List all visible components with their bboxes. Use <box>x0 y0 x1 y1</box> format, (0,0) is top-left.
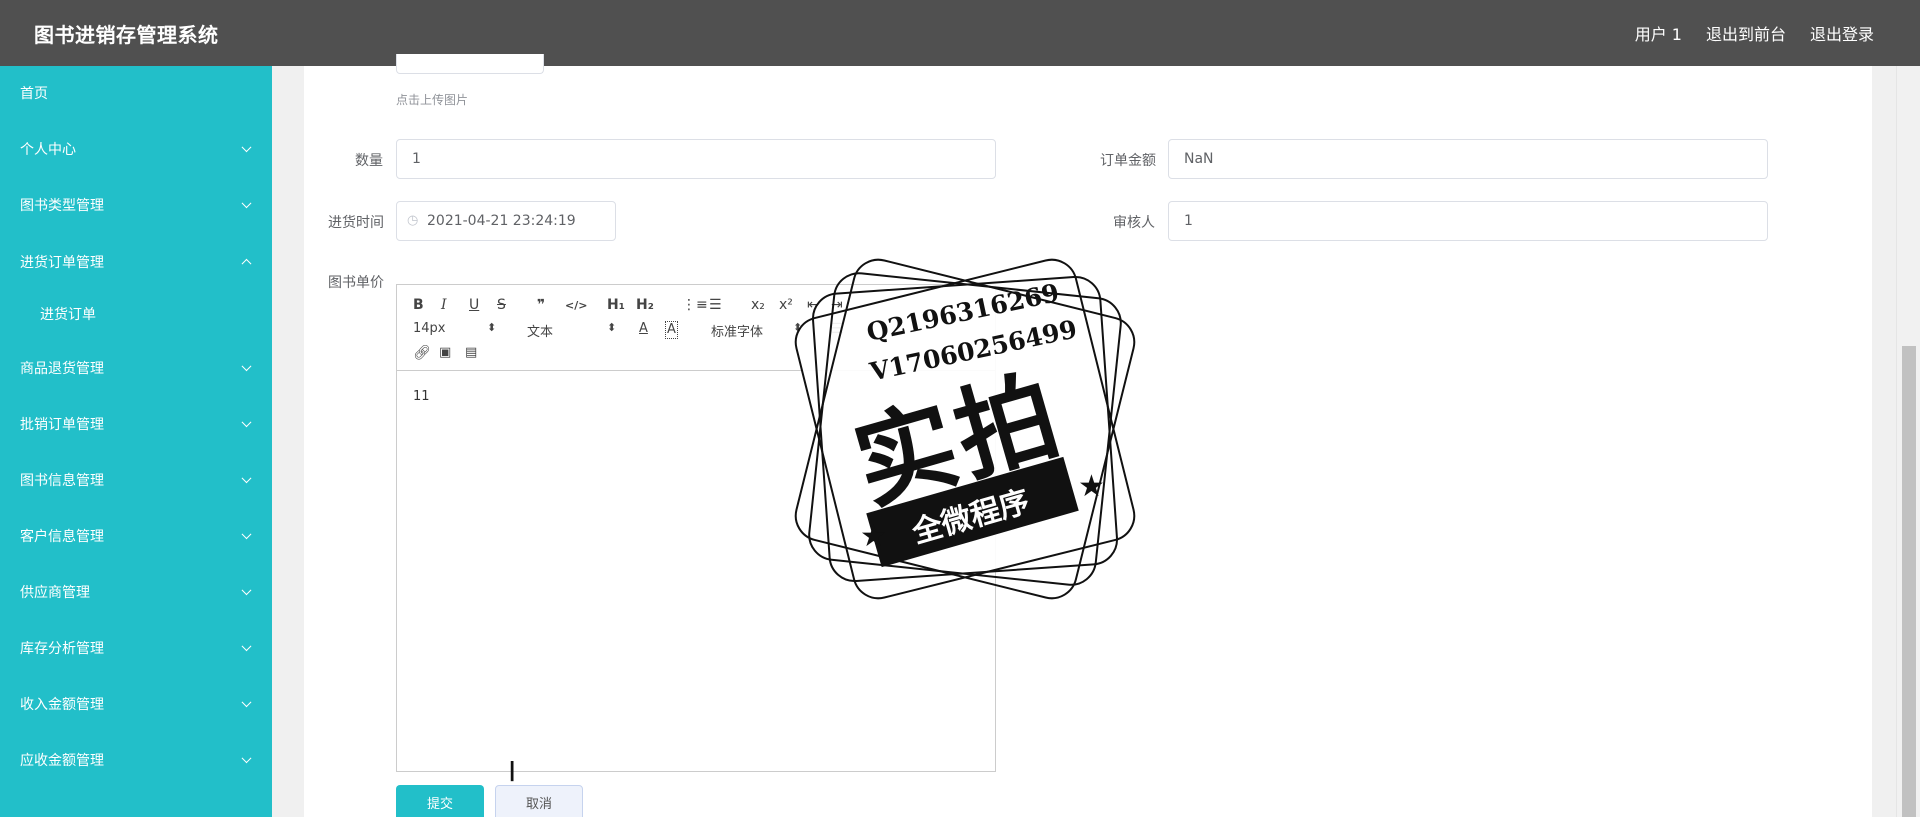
time-picker[interactable]: ◷ 2021-04-21 23:24:19 <box>396 201 616 241</box>
chevron-down-icon <box>241 753 252 764</box>
sidebar-item-label: 图书类型管理 <box>20 198 104 214</box>
sidebar-item-label: 进货订单管理 <box>20 255 104 271</box>
sidebar-item-inventory[interactable]: 库存分析管理 <box>0 628 272 668</box>
chevron-down-icon <box>241 142 252 153</box>
chevron-down-icon <box>241 585 252 596</box>
chevron-down-icon <box>241 529 252 540</box>
sidebar-item-home[interactable]: 首页 <box>0 73 272 113</box>
background-color-button[interactable]: A <box>665 321 678 339</box>
header1-button[interactable]: H₁ <box>607 297 625 313</box>
image-icon[interactable]: ▣ <box>439 345 451 361</box>
top-bar: 图书进销存管理系统 用户 1 退出到前台 退出登录 <box>0 0 1920 66</box>
sidebar-item-label: 图书信息管理 <box>20 473 104 489</box>
sidebar-item-wholesale[interactable]: 批销订单管理 <box>0 404 272 444</box>
amount-input[interactable]: NaN <box>1168 139 1768 179</box>
align-icon[interactable]: ☰ <box>831 321 844 337</box>
chevron-down-icon <box>241 697 252 708</box>
clock-icon: ◷ <box>407 213 419 228</box>
sidebar-item-label: 应收金额管理 <box>20 753 104 769</box>
font-family-value: 标准字体 <box>711 325 764 340</box>
price-label: 图书单价 <box>328 275 384 291</box>
user-link[interactable]: 用户 1 <box>1635 21 1682 45</box>
select-arrow-icon: ⬍ <box>487 321 497 334</box>
chevron-down-icon <box>241 361 252 372</box>
font-size-value: 14px <box>413 321 446 336</box>
rich-text-editor[interactable]: B I U S ❞ </> H₁ H₂ ⋮≡ ☰ x₂ x² ⇤ ⇥ 14px … <box>396 284 996 772</box>
logout-link[interactable]: 退出登录 <box>1810 21 1874 45</box>
font-color-button[interactable]: A <box>639 321 648 337</box>
superscript-button[interactable]: x² <box>779 297 793 313</box>
link-icon[interactable]: 🔗︎ <box>413 345 431 361</box>
underline-button[interactable]: U <box>469 297 479 313</box>
image-upload-box[interactable] <box>396 54 544 74</box>
sidebar-item-label: 客户信息管理 <box>20 529 104 545</box>
sidebar-item-book-type[interactable]: 图书类型管理 <box>0 185 272 225</box>
sidebar-item-book-info[interactable]: 图书信息管理 <box>0 460 272 500</box>
blockquote-button[interactable]: ❞ <box>537 297 545 313</box>
sidebar-item-customer[interactable]: 客户信息管理 <box>0 516 272 556</box>
sidebar-item-label: 商品退货管理 <box>20 361 104 377</box>
top-links: 用户 1 退出到前台 退出登录 <box>1635 21 1874 45</box>
reviewer-input[interactable]: 1 <box>1168 201 1768 241</box>
sidebar-item-label: 首页 <box>20 86 48 102</box>
time-label: 进货时间 <box>328 215 384 231</box>
submit-button[interactable]: 提交 <box>396 785 484 817</box>
sidebar-item-supplier[interactable]: 供应商管理 <box>0 572 272 612</box>
quantity-label: 数量 <box>355 153 383 169</box>
font-family-select[interactable]: 标准字体 ⬍ <box>711 321 805 340</box>
sidebar-item-receivable[interactable]: 应收金额管理 <box>0 740 272 780</box>
code-block-button[interactable]: </> <box>565 298 587 314</box>
front-end-link[interactable]: 退出到前台 <box>1706 21 1786 45</box>
time-value: 2021-04-21 23:24:19 <box>427 213 576 229</box>
chevron-down-icon <box>241 473 252 484</box>
editor-toolbar: B I U S ❞ </> H₁ H₂ ⋮≡ ☰ x₂ x² ⇤ ⇥ 14px … <box>397 285 995 371</box>
font-size-select[interactable]: 14px ⬍ <box>413 321 497 336</box>
header2-button[interactable]: H₂ <box>636 297 654 313</box>
bullet-list-button[interactable]: ☰ <box>709 297 722 313</box>
video-icon[interactable]: ▤ <box>465 345 477 361</box>
reviewer-label: 审核人 <box>1113 215 1155 231</box>
upload-hint: 点击上传图片 <box>396 93 469 107</box>
ordered-list-button[interactable]: ⋮≡ <box>682 297 708 313</box>
indent-icon[interactable]: ⇥ <box>831 297 843 313</box>
sidebar-item-label: 供应商管理 <box>20 585 90 601</box>
italic-button[interactable]: I <box>441 297 447 313</box>
sidebar-item-label: 库存分析管理 <box>20 641 104 657</box>
strikethrough-button[interactable]: S <box>497 297 506 313</box>
select-arrow-icon: ⬍ <box>607 321 617 334</box>
sidebar-item-income[interactable]: 收入金额管理 <box>0 684 272 724</box>
bold-button[interactable]: B <box>413 297 424 313</box>
select-arrow-icon: ⬍ <box>793 321 803 334</box>
sidebar-item-returns[interactable]: 商品退货管理 <box>0 348 272 388</box>
text-cursor-icon: I <box>508 755 517 788</box>
sidebar-item-label: 批销订单管理 <box>20 417 104 433</box>
chevron-down-icon <box>241 641 252 652</box>
sidebar-item-personal-center[interactable]: 个人中心 <box>0 129 272 169</box>
sidebar-item-label: 收入金额管理 <box>20 697 104 713</box>
subscript-button[interactable]: x₂ <box>751 297 765 313</box>
chevron-up-icon <box>241 258 252 269</box>
chevron-down-icon <box>241 198 252 209</box>
sidebar: 首页 个人中心 图书类型管理 进货订单管理 进货订单 商品退货管理 批销订单管理… <box>0 66 272 817</box>
cancel-button[interactable]: 取消 <box>495 785 583 817</box>
paragraph-select[interactable]: 文本 ⬍ <box>527 321 617 340</box>
sidebar-item-label: 进货订单 <box>40 307 96 323</box>
paragraph-value: 文本 <box>527 325 554 340</box>
amount-label: 订单金额 <box>1100 153 1156 169</box>
sidebar-subitem-purchase-order[interactable]: 进货订单 <box>0 294 272 334</box>
editor-content[interactable]: 11 <box>413 389 430 404</box>
page-scrollbar[interactable] <box>1896 66 1920 817</box>
scrollbar-thumb[interactable] <box>1902 346 1916 817</box>
chevron-down-icon <box>241 417 252 428</box>
sidebar-item-label: 个人中心 <box>20 142 76 158</box>
quantity-input[interactable]: 1 <box>396 139 996 179</box>
sidebar-item-purchase-order[interactable]: 进货订单管理 <box>0 242 272 282</box>
app-title: 图书进销存管理系统 <box>34 23 219 47</box>
outdent-icon[interactable]: ⇤ <box>807 297 819 313</box>
